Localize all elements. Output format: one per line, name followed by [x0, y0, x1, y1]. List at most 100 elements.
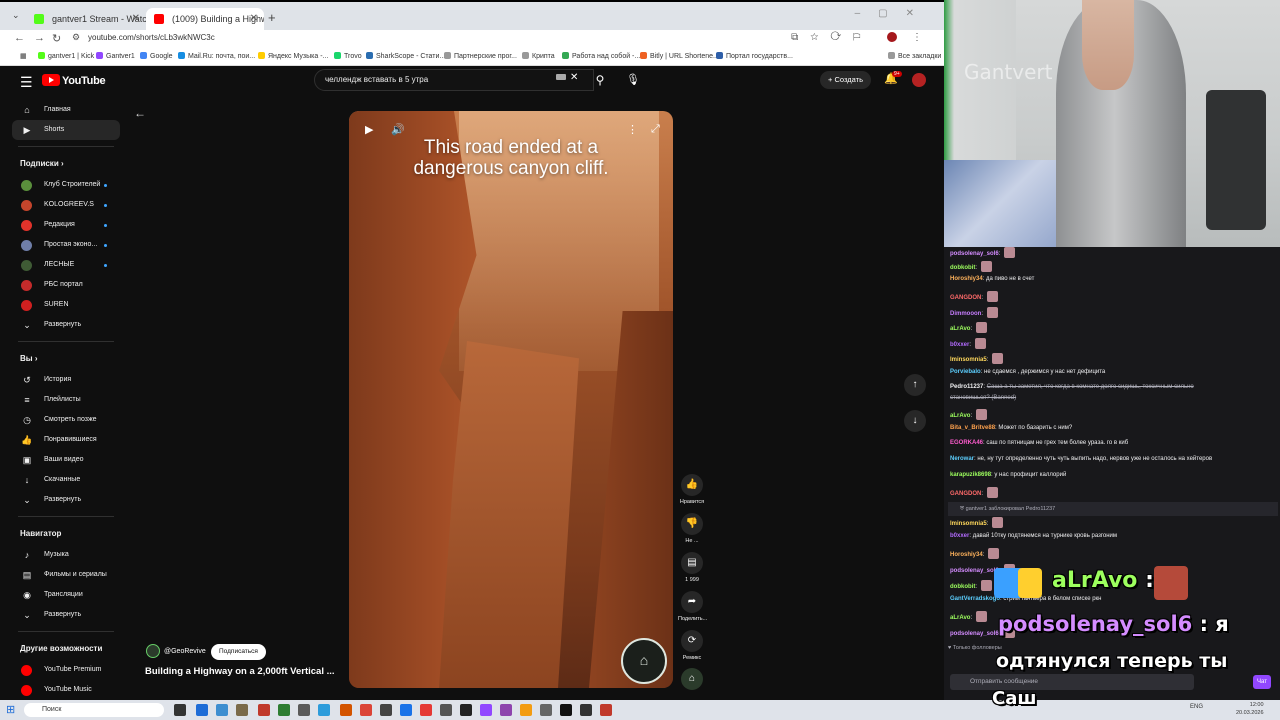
close-tab-icon[interactable]: ✕	[132, 8, 140, 30]
clock[interactable]: 12:00 20.03.2026	[1236, 701, 1264, 717]
chat-username[interactable]: GantVerradskogo	[950, 596, 1000, 602]
remix-button[interactable]: ⟳ Ремикс	[678, 630, 706, 661]
chat-username[interactable]: Porviebalo	[950, 369, 981, 375]
share-button[interactable]: ➦ Поделить...	[678, 591, 707, 622]
app-icon[interactable]	[318, 704, 330, 716]
sidebar-item-subscription[interactable]: KOLOGREEV.S	[8, 195, 124, 215]
search-input[interactable]: челлендж вставать в 5 утра	[314, 69, 594, 91]
app-icon[interactable]	[460, 704, 472, 716]
app-icon[interactable]	[278, 704, 290, 716]
fullscreen-icon[interactable]: ⤢	[651, 123, 660, 136]
sidebar-item-you[interactable]: ↓ Скачанные	[8, 470, 124, 490]
bookmark-kick[interactable]: gantver1 | Kick	[38, 52, 94, 60]
sidebar-item-subscription[interactable]: SUREN	[8, 295, 124, 315]
sidebar-item-you[interactable]: ≡ Плейлисты	[8, 390, 124, 410]
app-icon[interactable]	[560, 704, 572, 716]
task-view-icon[interactable]	[174, 704, 186, 716]
you-expand-button[interactable]: ⌄ Развернуть	[8, 490, 124, 510]
bookmark-self-work[interactable]: Работа над собой -...	[562, 52, 640, 60]
app-icon[interactable]	[380, 704, 392, 716]
app-icon[interactable]	[540, 704, 552, 716]
chat-username[interactable]: aLrAvo	[950, 615, 970, 621]
chat-username[interactable]: Pedro11237	[950, 384, 983, 390]
sidebar-item-navigator[interactable]: ♪ Музыка	[8, 545, 124, 565]
play-icon[interactable]: ▶	[365, 123, 373, 136]
tab-youtube-short[interactable]: (1009) Building a Highway on a ✕	[146, 8, 264, 32]
app-icon[interactable]	[520, 704, 532, 716]
chat-username[interactable]: EGORKA46	[950, 440, 983, 446]
chat-username[interactable]: Iminsomnia5	[950, 521, 987, 527]
keyboard-icon[interactable]	[556, 74, 566, 80]
bookmark-bitly[interactable]: Bitly | URL Shortene...	[640, 52, 719, 60]
sidebar-item-shorts[interactable]: ▶ Shorts	[12, 120, 120, 140]
navigator-expand-button[interactable]: ⌄ Развернуть	[8, 605, 124, 625]
chat-username[interactable]: b0xxer	[950, 342, 969, 348]
chat-input[interactable]: Отправить сообщение	[950, 674, 1194, 690]
you-header[interactable]: Вы ›	[8, 348, 124, 370]
chat-username[interactable]: b0xxer	[950, 533, 969, 539]
language-indicator[interactable]: ENG	[1190, 704, 1203, 710]
new-tab-icon[interactable]: +	[268, 10, 276, 25]
app-icon[interactable]	[216, 704, 228, 716]
next-short-button[interactable]: ↓	[904, 410, 926, 432]
chat-username[interactable]: Nerowar	[950, 456, 974, 462]
subscribe-button[interactable]: Подписаться	[211, 644, 266, 660]
bookmark-crypto[interactable]: Крипта	[522, 52, 555, 60]
edge-icon[interactable]	[196, 704, 208, 716]
sidebar-item-you[interactable]: ↺ История	[8, 370, 124, 390]
yandex-icon[interactable]	[420, 704, 432, 716]
reload-icon[interactable]: ↻	[52, 32, 61, 45]
tab-kick-stream[interactable]: gantver1 Stream - Watch Live o ✕	[26, 8, 146, 32]
sidebar-item-navigator[interactable]: ◉ Трансляции	[8, 585, 124, 605]
more-options-icon[interactable]: ⋮	[627, 123, 638, 136]
bookmark-gantver1[interactable]: Gantver1	[96, 52, 135, 60]
subscriptions-expand-button[interactable]: ⌄ Развернуть	[8, 315, 124, 335]
create-button[interactable]: + Создать	[820, 71, 871, 89]
chat-username[interactable]: karapuzik8698	[950, 472, 991, 478]
sidebar-item-you[interactable]: ◷ Смотреть позже	[8, 410, 124, 430]
chat-username[interactable]: Horoshiy34	[950, 552, 983, 558]
sidebar-item-navigator[interactable]: ▤ Фильмы и сериалы	[8, 565, 124, 585]
forward-icon[interactable]: →	[34, 32, 45, 44]
chrome-icon[interactable]	[360, 704, 372, 716]
bookmark-gosuslugi[interactable]: Портал государств...	[716, 52, 793, 60]
comments-button[interactable]: ▤ 1 999	[678, 552, 706, 583]
chat-username[interactable]: Dimmooon	[950, 311, 981, 317]
channel-info[interactable]: @GeoRevive	[146, 644, 206, 658]
sidebar-item-more[interactable]: YouTube Music	[8, 680, 124, 700]
sound-avatar[interactable]: ⌂	[678, 668, 706, 690]
chat-send-button[interactable]: Чат	[1253, 675, 1271, 689]
bookmark-google[interactable]: Google	[140, 52, 173, 60]
like-button[interactable]: 👍 Нравится	[678, 474, 706, 505]
voice-search-icon[interactable]: 🎙	[622, 69, 644, 91]
chat-username[interactable]: aLrAvo	[950, 413, 970, 419]
chat-username[interactable]: aLrAvo	[950, 326, 970, 332]
account-avatar[interactable]	[912, 73, 926, 87]
window-controls[interactable]: –▢✕	[855, 8, 932, 19]
chat-username[interactable]: Bita_v_Britve88	[950, 425, 995, 431]
windows-start-icon[interactable]: ⊞	[6, 703, 15, 716]
chat-username[interactable]: podsolenay_sol6	[950, 568, 999, 574]
app-icon[interactable]	[236, 704, 248, 716]
sidebar-item-subscription[interactable]: ЛЕСНЫЕ	[8, 255, 124, 275]
bookmark-all[interactable]: Все закладки	[888, 52, 941, 60]
bookmark-trovo[interactable]: Trovo	[334, 52, 362, 60]
chat-username[interactable]: podsolenay_sol6	[950, 251, 999, 257]
sidebar-item-you[interactable]: 👍 Понравившиеся	[8, 430, 124, 450]
sidebar-item-subscription[interactable]: Простая эконо...	[8, 235, 124, 255]
sidebar-item-more[interactable]: YouTube Premium	[8, 660, 124, 680]
subscriptions-header[interactable]: Подписки ›	[8, 153, 124, 175]
chat-username[interactable]: GANGDON	[950, 295, 981, 301]
sidebar-item-home[interactable]: ⌂ Главная	[8, 100, 124, 120]
site-info-icon[interactable]: ⚙	[72, 32, 80, 43]
app-icon[interactable]	[340, 704, 352, 716]
sidebar-item-subscription[interactable]: Клуб Строителей	[8, 175, 124, 195]
sidebar-item-you[interactable]: ▣ Ваши видео	[8, 450, 124, 470]
close-tab-icon[interactable]: ✕	[250, 8, 258, 30]
chat-username[interactable]: podsolenay_sol6	[950, 631, 999, 637]
app-icon[interactable]	[400, 704, 412, 716]
app-icon[interactable]	[600, 704, 612, 716]
shorts-player[interactable]: This road ended at a dangerous canyon cl…	[349, 111, 673, 688]
chat-username[interactable]: Horoshiy34	[950, 276, 983, 282]
app-icon[interactable]	[258, 704, 270, 716]
